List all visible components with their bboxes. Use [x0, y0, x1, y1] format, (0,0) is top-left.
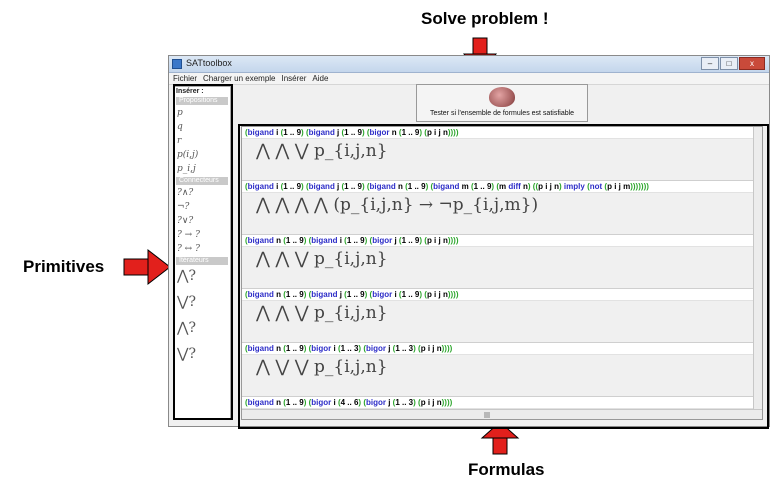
minimize-button[interactable]: –: [701, 57, 719, 70]
callout-formulas-label: Formulas: [468, 460, 545, 479]
menu-inserer[interactable]: Insérer: [282, 73, 307, 84]
brain-icon: [489, 87, 515, 107]
formulas-highlight-frame: [238, 124, 769, 429]
menu-fichier[interactable]: Fichier: [173, 73, 197, 84]
annotated-screenshot: Solve problem ! Primitives Formulas SATt…: [0, 0, 773, 491]
window-controls: – □ x: [701, 57, 765, 70]
solve-button[interactable]: Tester si l'ensemble de formules est sat…: [416, 84, 588, 122]
title-bar: SATtoolbox – □ x: [169, 56, 769, 73]
menu-aide[interactable]: Aide: [312, 73, 328, 84]
app-icon: [172, 59, 182, 69]
close-button[interactable]: x: [739, 57, 765, 70]
primitives-highlight-frame: [173, 84, 233, 420]
callout-solve-label: Solve problem !: [421, 9, 549, 28]
maximize-button[interactable]: □: [720, 57, 738, 70]
arrow-right-icon: [123, 248, 171, 286]
menu-charger-exemple[interactable]: Charger un exemple: [203, 73, 275, 84]
callout-primitives-label: Primitives: [23, 257, 105, 276]
window-title: SATtoolbox: [186, 58, 232, 68]
solve-button-label: Tester si l'ensemble de formules est sat…: [429, 110, 575, 117]
